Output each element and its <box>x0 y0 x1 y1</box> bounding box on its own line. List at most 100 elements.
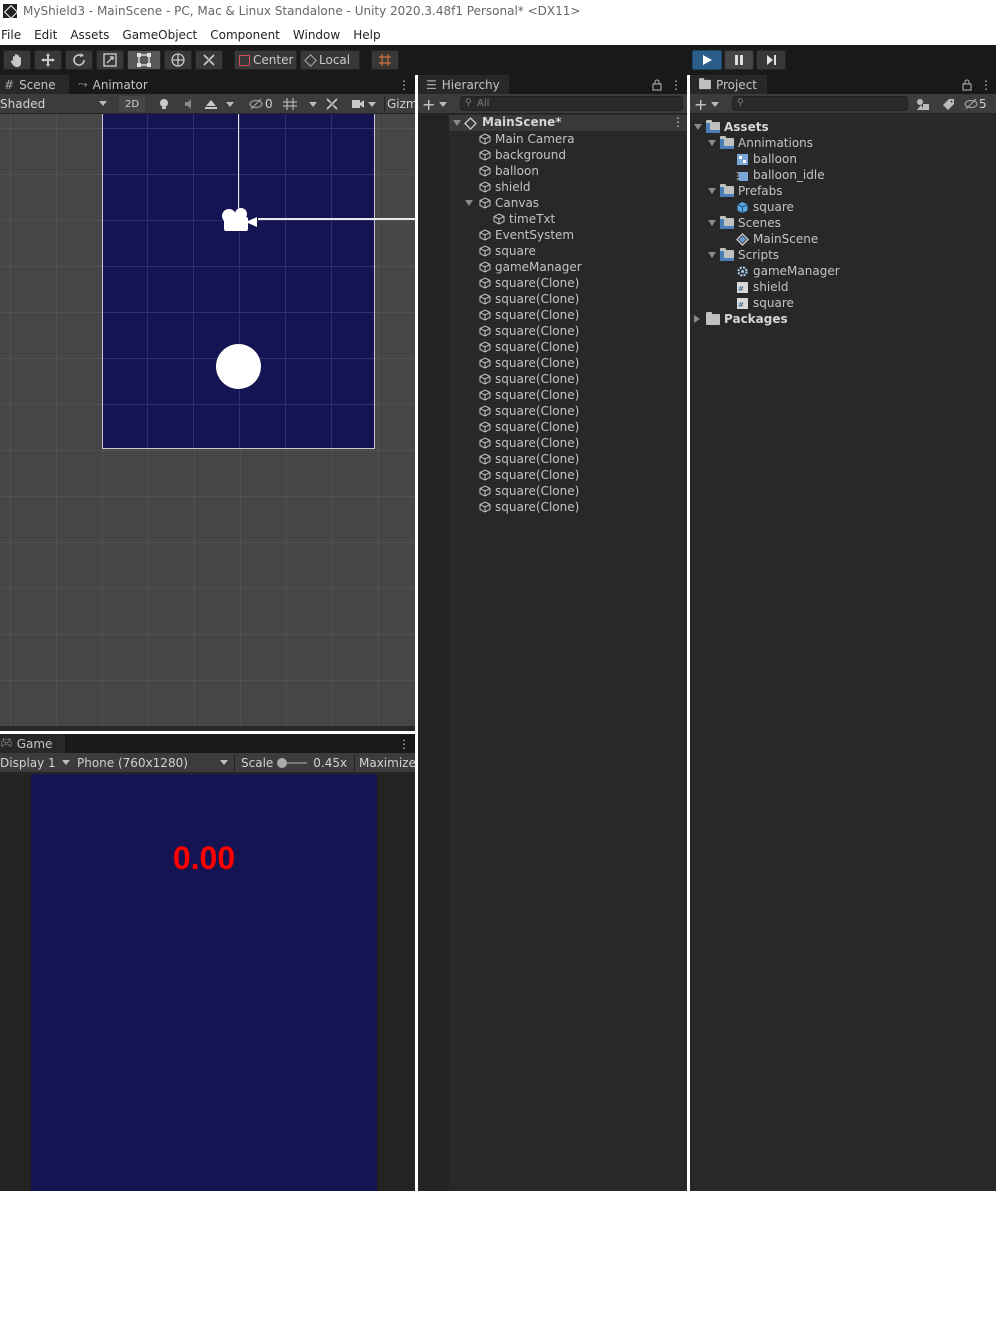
hierarchy-item[interactable]: square(Clone) <box>479 451 579 467</box>
hierarchy-item[interactable]: Canvas <box>465 195 539 211</box>
menu-window[interactable]: Window <box>292 28 347 42</box>
hierarchy-item[interactable]: square(Clone) <box>479 371 579 387</box>
audio-toggle[interactable] <box>178 96 202 112</box>
hidden-objects-toggle[interactable]: 0 <box>249 96 279 112</box>
scale-tool-button[interactable] <box>96 50 124 70</box>
grid-dropdown[interactable] <box>283 96 321 112</box>
tab-hierarchy[interactable]: ☰ Hierarchy <box>418 75 510 94</box>
hierarchy-item[interactable]: square(Clone) <box>479 275 579 291</box>
hierarchy-item[interactable]: square(Clone) <box>479 419 579 435</box>
rotate-tool-button[interactable] <box>65 50 93 70</box>
hidden-packages-toggle[interactable]: 5 <box>964 96 994 112</box>
project-item[interactable]: # square <box>722 295 794 311</box>
create-dropdown[interactable]: + <box>422 95 450 114</box>
project-item[interactable]: Scenes <box>708 215 781 231</box>
project-item[interactable]: balloon <box>722 151 797 167</box>
hierarchy-item[interactable]: timeTxt <box>493 211 555 227</box>
project-item[interactable]: square <box>722 199 794 215</box>
pause-button[interactable] <box>724 50 754 70</box>
project-item[interactable]: Scripts <box>708 247 779 263</box>
hierarchy-item[interactable]: square(Clone) <box>479 323 579 339</box>
hand-tool-button[interactable] <box>3 50 31 70</box>
snap-grid-button[interactable] <box>371 50 399 70</box>
project-item[interactable]: Assets <box>694 119 769 135</box>
game-viewport[interactable]: 0.00 <box>0 774 415 1191</box>
search-by-type-icon[interactable] <box>916 98 930 111</box>
project-item[interactable]: balloon_idle <box>722 167 825 183</box>
hierarchy-item[interactable]: square(Clone) <box>479 307 579 323</box>
menu-help[interactable]: Help <box>352 28 387 42</box>
hierarchy-item[interactable]: square(Clone) <box>479 291 579 307</box>
hierarchy-item[interactable]: square(Clone) <box>479 467 579 483</box>
custom-tool-button[interactable] <box>195 50 223 70</box>
hierarchy-menu-kebab[interactable]: ⋮ <box>670 78 682 92</box>
expand-arrow-icon[interactable] <box>694 124 702 130</box>
game-menu-kebab[interactable]: ⋮ <box>398 737 410 751</box>
camera-settings-dropdown[interactable] <box>351 96 381 112</box>
project-search-input[interactable]: ⚲ <box>732 96 908 111</box>
hierarchy-item[interactable]: square(Clone) <box>479 435 579 451</box>
move-tool-button[interactable] <box>34 50 62 70</box>
hierarchy-item[interactable]: square <box>479 243 536 259</box>
project-menu-kebab[interactable]: ⋮ <box>980 78 992 92</box>
hierarchy-item[interactable]: balloon <box>479 163 539 179</box>
project-item[interactable]: # shield <box>722 279 789 295</box>
camera-icon[interactable] <box>219 205 259 235</box>
effects-dropdown[interactable] <box>204 96 244 112</box>
expand-arrow-icon[interactable] <box>708 220 716 226</box>
hierarchy-item[interactable]: shield <box>479 179 531 195</box>
create-asset-dropdown[interactable]: + <box>694 95 722 114</box>
scene-header-row[interactable]: MainScene* ⋮ <box>449 115 687 131</box>
project-item[interactable]: gameManager <box>722 263 840 279</box>
step-button[interactable] <box>756 50 786 70</box>
pivot-center-toggle[interactable]: Center <box>234 50 297 70</box>
expand-arrow-icon[interactable] <box>708 140 716 146</box>
project-item[interactable]: MainScene <box>722 231 818 247</box>
hierarchy-item[interactable]: square(Clone) <box>479 355 579 371</box>
transform-tool-button[interactable] <box>164 50 192 70</box>
hierarchy-item[interactable]: square(Clone) <box>479 339 579 355</box>
label-tag-icon[interactable] <box>942 98 955 111</box>
tab-animator[interactable]: ⤳ Animator <box>70 75 160 94</box>
expand-arrow-icon[interactable] <box>694 315 700 323</box>
balloon-sprite[interactable] <box>216 344 261 389</box>
rect-tool-button[interactable] <box>127 50 161 70</box>
2d-mode-toggle[interactable]: 2D <box>119 96 145 112</box>
scene-viewport[interactable] <box>0 114 415 726</box>
hierarchy-search-input[interactable]: ⚲ All <box>460 96 683 111</box>
project-item[interactable]: Annimations <box>708 135 813 151</box>
play-button[interactable] <box>692 50 722 70</box>
project-item[interactable]: Prefabs <box>708 183 783 199</box>
tab-game[interactable]: 🎮︎ Game <box>0 734 66 753</box>
shading-mode-dropdown[interactable]: Shaded <box>0 96 112 112</box>
project-item[interactable]: Packages <box>694 311 788 327</box>
scale-slider[interactable]: Scale 0.45x <box>234 755 350 771</box>
expand-arrow-icon[interactable] <box>708 252 716 258</box>
scene-row-kebab[interactable]: ⋮ <box>672 115 684 129</box>
tab-project[interactable]: Project <box>690 75 768 94</box>
hierarchy-item[interactable]: EventSystem <box>479 227 574 243</box>
tab-scene[interactable]: # Scene <box>0 75 70 94</box>
lighting-toggle[interactable] <box>152 96 176 112</box>
hierarchy-item[interactable]: square(Clone) <box>479 403 579 419</box>
lock-icon[interactable] <box>962 79 972 91</box>
scene-menu-kebab[interactable]: ⋮ <box>398 78 410 92</box>
expand-arrow-icon[interactable] <box>465 200 473 206</box>
expand-arrow-icon[interactable] <box>708 188 716 194</box>
menu-gameobject[interactable]: GameObject <box>121 28 204 42</box>
tools-overlay-toggle[interactable] <box>325 96 345 112</box>
hierarchy-item[interactable]: Main Camera <box>479 131 575 147</box>
hierarchy-item[interactable]: square(Clone) <box>479 483 579 499</box>
hierarchy-item[interactable]: square(Clone) <box>479 387 579 403</box>
display-dropdown[interactable]: Display 1 <box>0 755 70 771</box>
expand-arrow-icon[interactable] <box>453 120 461 126</box>
space-local-toggle[interactable]: Local <box>300 50 360 70</box>
resolution-dropdown[interactable]: Phone (760x1280) <box>73 755 231 771</box>
menu-component[interactable]: Component <box>209 28 287 42</box>
scale-thumb[interactable] <box>277 758 288 768</box>
menu-file[interactable]: File <box>0 28 28 42</box>
hierarchy-item[interactable]: square(Clone) <box>479 499 579 515</box>
menu-assets[interactable]: Assets <box>69 28 116 42</box>
maximize-toggle[interactable]: Maximize <box>354 755 415 771</box>
menu-edit[interactable]: Edit <box>33 28 64 42</box>
